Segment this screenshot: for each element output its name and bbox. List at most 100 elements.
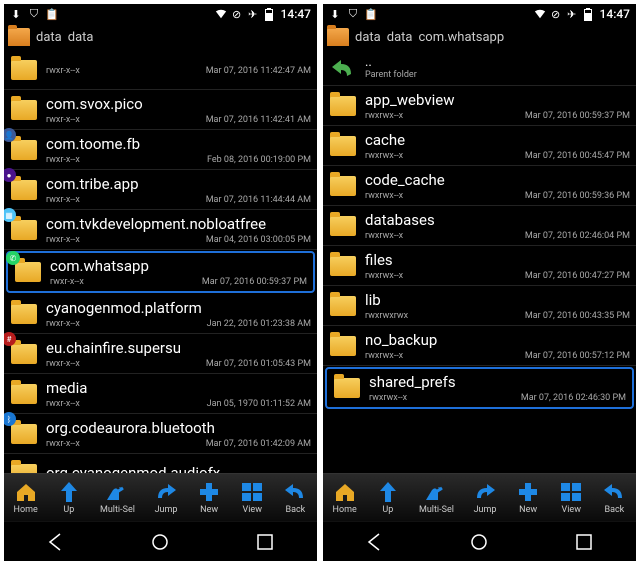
folder-icon xyxy=(329,94,357,118)
file-row[interactable]: com.svox.pico rwxr-x--x Mar 07, 2016 11:… xyxy=(4,90,317,130)
nav-back[interactable] xyxy=(36,527,76,557)
wifi-icon xyxy=(534,8,546,20)
no-sim-icon: ⊘ xyxy=(231,8,243,20)
new-button[interactable]: New xyxy=(197,481,221,515)
file-permissions: rwxr-x--x xyxy=(46,66,80,76)
file-row[interactable]: app_webview rwxrwx--x Mar 07, 2016 00:59… xyxy=(323,86,636,126)
file-row[interactable]: files rwxrwx--x Mar 07, 2016 00:47:27 PM xyxy=(323,246,636,286)
file-row[interactable]: 👤 com.toome.fb rwxr-x--x Feb 08, 2016 00… xyxy=(4,130,317,170)
file-permissions: rwxr-x--x xyxy=(46,115,80,125)
multisel-button[interactable]: Multi-Sel xyxy=(100,481,135,515)
file-permissions: rwxrwx--x xyxy=(365,191,403,201)
folder-icon xyxy=(10,58,38,82)
folder-icon: ᛒ xyxy=(10,422,38,446)
file-permissions: rwxr-x--x xyxy=(46,359,80,369)
new-button[interactable]: New xyxy=(516,481,540,515)
back-icon xyxy=(283,481,307,503)
file-date: Mar 07, 2016 11:44:44 AM xyxy=(206,195,311,205)
status-notifications: ⬇ ⛉ 📋 xyxy=(10,8,58,20)
file-name: cyanogenmod.platform xyxy=(46,299,311,317)
folder-icon: # xyxy=(10,342,38,366)
file-row[interactable]: shared_prefs rwxrwx--x Mar 07, 2016 02:4… xyxy=(325,367,634,409)
nav-recent[interactable] xyxy=(245,527,285,557)
file-permissions: rwxrwx--x xyxy=(365,271,403,281)
breadcrumb-folder-icon xyxy=(8,28,30,46)
file-date: Jan 05, 1970 01:11:52 AM xyxy=(207,399,311,409)
file-date: Mar 07, 2016 00:43:35 PM xyxy=(525,311,630,321)
nav-recent[interactable] xyxy=(564,527,604,557)
back-button[interactable]: Back xyxy=(283,481,307,515)
view-button[interactable]: View xyxy=(559,481,583,515)
file-permissions: rwxr-x--x xyxy=(46,439,80,449)
breadcrumb-item[interactable]: com.whatsapp xyxy=(418,30,504,45)
file-date: Mar 07, 2016 00:59:37 PM xyxy=(202,277,307,287)
breadcrumb-item[interactable]: data xyxy=(355,30,381,45)
parent-folder-row[interactable]: .. Parent folder xyxy=(323,50,636,86)
file-row[interactable]: lib rwxrwxrwx Mar 07, 2016 00:43:35 PM xyxy=(323,286,636,326)
jump-button[interactable]: Jump xyxy=(473,481,497,515)
jump-icon xyxy=(473,481,497,503)
folder-icon xyxy=(10,302,38,326)
file-row[interactable]: no_backup rwxrwx--x Mar 07, 2016 00:57:1… xyxy=(323,326,636,366)
file-list[interactable]: .. Parent folder app_webview rwxrwx--x M… xyxy=(323,50,636,473)
file-permissions: rwxr-x--x xyxy=(46,195,80,205)
nav-back[interactable] xyxy=(355,527,395,557)
folder-icon xyxy=(10,382,38,406)
file-permissions: rwxr-x--x xyxy=(46,399,80,409)
file-name: app_webview xyxy=(365,91,630,109)
file-row[interactable]: # eu.chainfire.supersu rwxr-x--x Mar 07,… xyxy=(4,334,317,374)
file-row[interactable]: code_cache rwxrwx--x Mar 07, 2016 00:59:… xyxy=(323,166,636,206)
wifi-icon xyxy=(215,8,227,20)
up-button[interactable]: Up xyxy=(376,481,400,515)
shield-icon: ⛉ xyxy=(28,8,40,20)
folder-icon xyxy=(329,214,357,238)
parent-dots: .. xyxy=(365,55,630,70)
home-button[interactable]: Home xyxy=(333,481,357,515)
folder-icon xyxy=(329,174,357,198)
breadcrumb-item[interactable]: data xyxy=(36,30,62,45)
file-row[interactable]: databases rwxrwx--x Mar 07, 2016 02:46:0… xyxy=(323,206,636,246)
view-icon xyxy=(559,481,583,503)
file-date: Mar 07, 2016 01:05:43 PM xyxy=(206,359,311,369)
file-row[interactable]: org.cyanogenmod.audiofx xyxy=(4,454,317,473)
file-date: Mar 07, 2016 00:59:37 PM xyxy=(525,111,630,121)
file-row[interactable]: cache rwxrwx--x Mar 07, 2016 00:45:47 PM xyxy=(323,126,636,166)
file-permissions: rwxr-x--x xyxy=(46,235,80,245)
new-icon xyxy=(197,481,221,503)
multisel-icon xyxy=(424,481,448,503)
file-row[interactable]: cyanogenmod.platform rwxr-x--x Jan 22, 2… xyxy=(4,294,317,334)
status-notifications: ⬇ ⛉ 📋 xyxy=(329,8,377,20)
jump-button[interactable]: Jump xyxy=(154,481,178,515)
breadcrumb-item[interactable]: data xyxy=(68,30,94,45)
folder-icon xyxy=(10,98,38,122)
file-name: com.svox.pico xyxy=(46,95,311,113)
up-button[interactable]: Up xyxy=(57,481,81,515)
nav-home[interactable] xyxy=(459,527,499,557)
file-name: code_cache xyxy=(365,171,630,189)
file-row[interactable]: ● com.tribe.app rwxr-x--x Mar 07, 2016 1… xyxy=(4,170,317,210)
file-row[interactable]: media rwxr-x--x Jan 05, 1970 01:11:52 AM xyxy=(4,374,317,414)
status-system: ⊘ ✈ 14:47 xyxy=(534,7,630,21)
file-date: Mar 07, 2016 00:45:47 PM xyxy=(525,151,630,161)
nav-home[interactable] xyxy=(140,527,180,557)
file-date: Feb 08, 2016 00:19:00 PM xyxy=(207,155,311,165)
file-name: org.cyanogenmod.audiofx xyxy=(46,464,311,474)
up-icon xyxy=(376,481,400,503)
file-row[interactable]: ✆ com.whatsapp rwxr-x--x Mar 07, 2016 00… xyxy=(6,251,315,293)
file-row[interactable]: ▦ com.tvkdevelopment.nobloatfree rwxr-x-… xyxy=(4,210,317,250)
folder-icon: 👤 xyxy=(10,138,38,162)
clipboard-icon: 📋 xyxy=(365,8,377,20)
multisel-button[interactable]: Multi-Sel xyxy=(419,481,454,515)
file-row[interactable]: ᛒ org.codeaurora.bluetooth rwxr-x--x Mar… xyxy=(4,414,317,454)
back-button[interactable]: Back xyxy=(602,481,626,515)
status-system: ⊘ ✈ 14:47 xyxy=(215,7,311,21)
multisel-icon xyxy=(105,481,129,503)
file-permissions: rwxr-x--x xyxy=(46,319,80,329)
clock: 14:47 xyxy=(281,7,311,21)
file-list[interactable]: rwxr-x--x Mar 07, 2016 11:42:47 AM com.s… xyxy=(4,50,317,473)
view-button[interactable]: View xyxy=(240,481,264,515)
home-button[interactable]: Home xyxy=(14,481,38,515)
back-icon xyxy=(602,481,626,503)
file-row[interactable]: rwxr-x--x Mar 07, 2016 11:42:47 AM xyxy=(4,50,317,90)
breadcrumb-item[interactable]: data xyxy=(387,30,413,45)
